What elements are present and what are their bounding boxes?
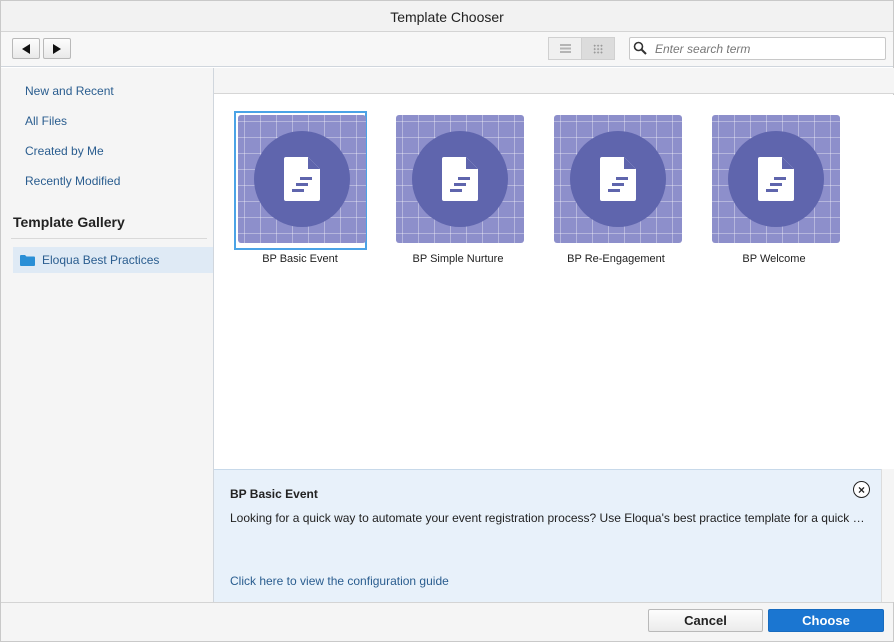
document-icon xyxy=(284,157,320,201)
template-thumbnail xyxy=(396,115,524,243)
list-view-icon xyxy=(559,44,571,53)
toolbar xyxy=(1,32,893,67)
template-label: BP Basic Event xyxy=(262,253,338,265)
document-icon xyxy=(758,157,794,201)
grid-view-icon xyxy=(593,43,603,54)
template-thumbnail-frame xyxy=(234,111,367,250)
gallery-item-eloqua-best-practices[interactable]: Eloqua Best Practices xyxy=(13,247,213,273)
back-button[interactable] xyxy=(12,38,40,59)
folder-icon xyxy=(20,255,35,266)
close-details-button[interactable]: × xyxy=(853,481,870,498)
template-thumbnail-frame xyxy=(708,111,841,250)
divider xyxy=(11,238,207,239)
template-thumbnail xyxy=(712,115,840,243)
configuration-guide-link[interactable]: Click here to view the configuration gui… xyxy=(230,574,449,588)
template-gallery-heading: Template Gallery xyxy=(13,214,125,230)
template-circle xyxy=(728,131,824,227)
template-tile-bp-simple-nurture[interactable]: BP Simple Nurture xyxy=(392,111,524,265)
search-input[interactable] xyxy=(655,40,880,57)
content-header-bar xyxy=(214,68,894,94)
template-label: BP Simple Nurture xyxy=(412,253,504,265)
details-title: BP Basic Event xyxy=(230,487,318,501)
grid-view-button[interactable] xyxy=(581,37,615,60)
template-thumbnail xyxy=(554,115,682,243)
footer: Cancel Choose xyxy=(1,602,893,641)
template-circle xyxy=(254,131,350,227)
window-title: Template Chooser xyxy=(1,1,893,32)
gallery-item-label: Eloqua Best Practices xyxy=(42,253,160,267)
sidebar: New and Recent All Files Created by Me R… xyxy=(1,68,214,602)
template-thumbnail-frame xyxy=(550,111,683,250)
document-icon xyxy=(600,157,636,201)
list-view-button[interactable] xyxy=(548,37,582,60)
template-tile-bp-welcome[interactable]: BP Welcome xyxy=(708,111,840,265)
choose-button[interactable]: Choose xyxy=(768,609,884,632)
forward-button[interactable] xyxy=(43,38,71,59)
template-thumbnail xyxy=(238,115,366,243)
close-icon: × xyxy=(857,482,865,497)
scrollbar-gutter xyxy=(881,469,894,602)
sidebar-link-recently-modified[interactable]: Recently Modified xyxy=(25,174,120,188)
template-circle xyxy=(570,131,666,227)
details-description: Looking for a quick way to automate your… xyxy=(230,511,865,525)
arrow-right-icon xyxy=(53,43,61,54)
document-icon xyxy=(442,157,478,201)
template-tile-bp-re-engagement[interactable]: BP Re-Engagement xyxy=(550,111,682,265)
template-thumbnail-frame xyxy=(392,111,525,250)
template-chooser-dialog: Template Chooser New and Recent All File… xyxy=(0,0,894,642)
template-label: BP Welcome xyxy=(742,253,806,265)
arrow-left-icon xyxy=(22,43,30,54)
template-label: BP Re-Engagement xyxy=(567,253,665,265)
sidebar-link-new-and-recent[interactable]: New and Recent xyxy=(25,84,114,98)
search-icon xyxy=(633,41,647,55)
sidebar-link-all-files[interactable]: All Files xyxy=(25,114,67,128)
sidebar-link-created-by-me[interactable]: Created by Me xyxy=(25,144,104,158)
search-box xyxy=(629,37,886,60)
template-grid: BP Basic Event BP Simple Nurture BP Re-E… xyxy=(214,95,894,469)
template-tile-bp-basic-event[interactable]: BP Basic Event xyxy=(234,111,367,265)
template-details-panel: BP Basic Event Looking for a quick way t… xyxy=(214,469,881,602)
cancel-button[interactable]: Cancel xyxy=(648,609,763,632)
template-circle xyxy=(412,131,508,227)
